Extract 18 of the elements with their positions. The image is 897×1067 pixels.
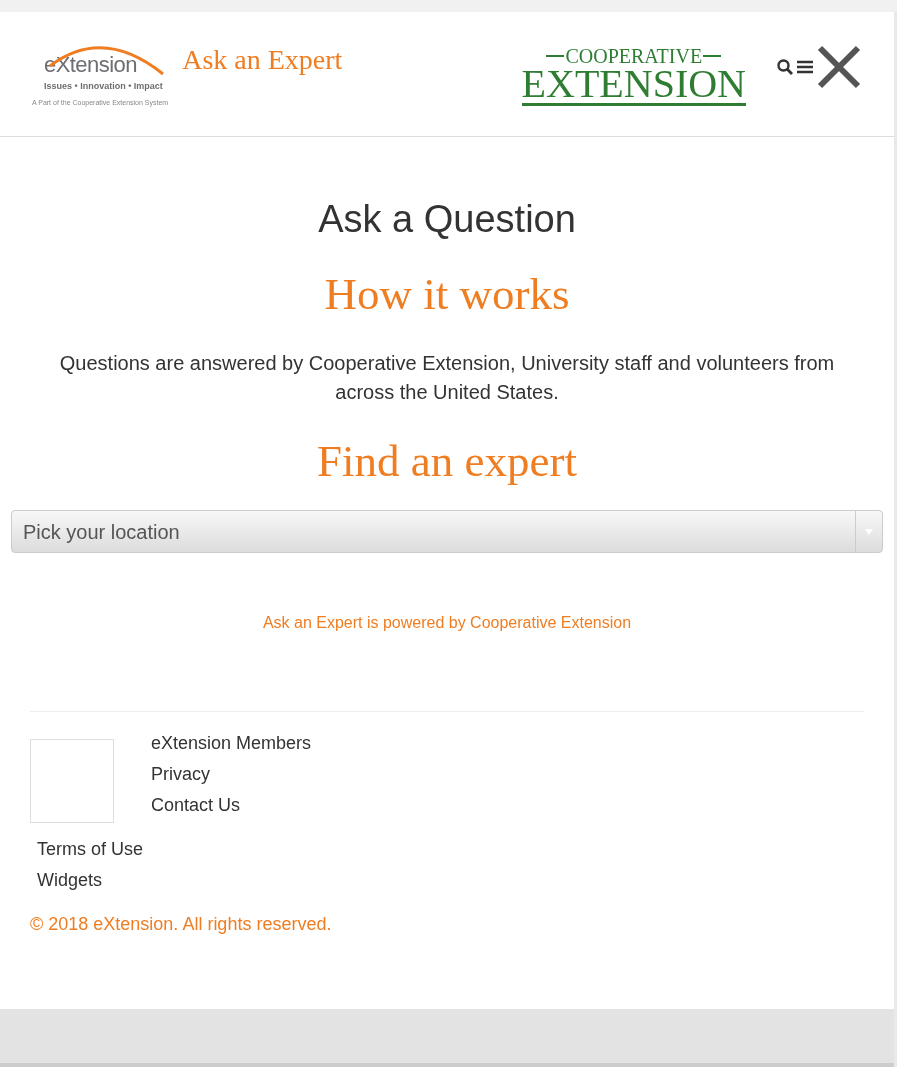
section-heading: Find an expert	[317, 439, 577, 484]
logo-wordmark: eXtension	[44, 54, 137, 76]
menu-icon[interactable]	[796, 59, 814, 75]
logo-tagline: Issues • Innovation • Impact	[44, 80, 163, 93]
intro-paragraph: Questions are answered by Cooperative Extension, University staff and volunteers from across the United States.	[58, 351, 836, 405]
footer-link[interactable]: Privacy	[151, 764, 312, 785]
section-heading: How it works	[324, 272, 570, 317]
footer-link[interactable]: Widgets	[37, 870, 864, 891]
search-icon[interactable]	[776, 58, 794, 76]
close-icon[interactable]	[816, 44, 862, 90]
partner-logo[interactable]: COOPERATIVE EXTENSION	[521, 46, 746, 106]
footer-link[interactable]: eXtension Members	[151, 733, 312, 754]
page-title: Ask a Question	[318, 200, 576, 238]
footer-link[interactable]: Terms of Use	[37, 839, 864, 860]
location-select[interactable]: Pick your location	[11, 510, 883, 553]
copyright-text: © 2018 eXtension. All rights reserved.	[30, 913, 333, 936]
dropdown-caret-icon	[865, 528, 873, 535]
footer-link[interactable]: Contact Us	[151, 795, 312, 816]
